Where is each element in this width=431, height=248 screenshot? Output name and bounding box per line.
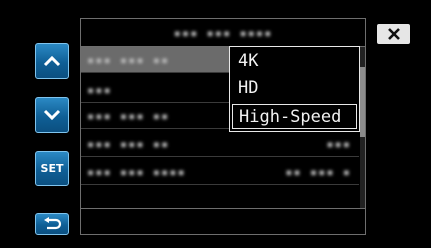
option-hd[interactable]: HD	[232, 76, 357, 101]
menu-title-text: ▪▪▪ ▪▪▪ ▪▪▪▪	[173, 25, 273, 40]
back-button[interactable]	[35, 213, 69, 235]
menu-row-value: ▪▪ ▪▪▪ ▪	[285, 164, 351, 179]
menu-row[interactable]: ▪▪▪ ▪▪▪ ▪▪▪▪ ▪▪ ▪▪▪ ▪	[81, 159, 359, 185]
menu-title: ▪▪▪ ▪▪▪ ▪▪▪▪	[81, 19, 365, 47]
menu-row-label: ▪▪▪ ▪▪▪ ▪▪▪▪	[87, 164, 186, 179]
scroll-up-button[interactable]	[35, 43, 69, 79]
return-icon	[44, 217, 62, 230]
camera-menu-screen: SET ▪▪▪ ▪▪▪ ▪▪▪▪ ▪▪▪ ▪▪▪ ▪▪ ▪▪▪ ▪▪▪ ▪▪▪ …	[0, 0, 431, 248]
menu-scrollbar[interactable]	[360, 47, 365, 209]
close-icon	[387, 28, 400, 40]
menu-row-label: ▪▪▪ ▪▪▪ ▪▪	[87, 52, 170, 67]
scrollbar-thumb[interactable]	[360, 67, 365, 137]
set-button-label: SET	[40, 162, 64, 175]
set-button[interactable]: SET	[35, 151, 69, 186]
menu-row[interactable]: ▪▪▪ ▪▪▪ ▪▪ ▪▪▪	[81, 131, 359, 157]
resolution-dropdown: 4K HD High-Speed	[229, 46, 360, 132]
option-high-speed[interactable]: High-Speed	[232, 104, 357, 129]
menu-row-label: ▪▪▪	[87, 82, 112, 97]
close-button[interactable]	[377, 24, 410, 44]
option-4k[interactable]: 4K	[232, 49, 357, 74]
scroll-down-button[interactable]	[35, 97, 69, 133]
menu-row-label: ▪▪▪ ▪▪▪ ▪▪	[87, 136, 170, 151]
chevron-up-icon	[43, 55, 61, 67]
chevron-down-icon	[43, 109, 61, 121]
menu-footer	[81, 208, 365, 234]
menu-row-value: ▪▪▪	[326, 136, 351, 151]
menu-row-label: ▪▪▪ ▪▪▪ ▪▪	[87, 108, 170, 123]
